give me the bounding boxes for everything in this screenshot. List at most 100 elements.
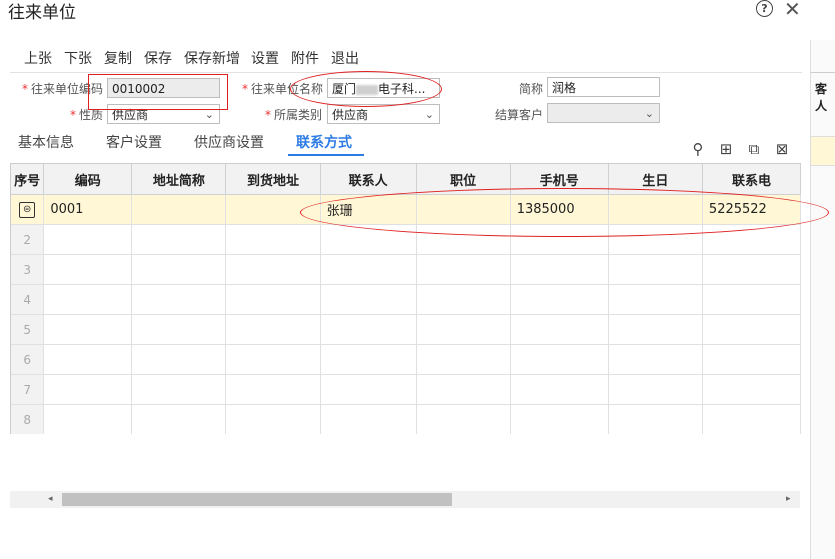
table-cell[interactable]: [43, 314, 133, 345]
table-cell[interactable]: [320, 344, 417, 375]
table-cell[interactable]: [225, 344, 321, 375]
scrollbar-thumb[interactable]: [62, 493, 452, 506]
table-cell[interactable]: [416, 194, 511, 225]
tab-basic-info[interactable]: 基本信息: [18, 132, 74, 152]
table-cell[interactable]: [608, 344, 703, 375]
table-row[interactable]: 2: [11, 224, 801, 255]
table-cell[interactable]: [702, 284, 801, 315]
save-button[interactable]: 保存: [144, 48, 172, 68]
table-cell[interactable]: [43, 374, 133, 405]
table-cell[interactable]: 张珊: [320, 194, 417, 225]
table-cell[interactable]: [416, 344, 511, 375]
table-cell[interactable]: [225, 224, 321, 255]
settings-button[interactable]: 设置: [251, 48, 279, 68]
table-cell[interactable]: [131, 344, 227, 375]
save-new-button[interactable]: 保存新增: [184, 48, 240, 68]
category-select[interactable]: 供应商 ⌄: [327, 104, 440, 124]
exit-button[interactable]: 退出: [331, 48, 359, 68]
table-cell[interactable]: [510, 404, 609, 434]
name-field[interactable]: 厦门 电子科...: [327, 78, 440, 98]
table-cell[interactable]: [702, 404, 801, 434]
table-cell[interactable]: [702, 224, 801, 255]
close-icon[interactable]: ✕: [784, 0, 801, 21]
nature-select[interactable]: 供应商 ⌄: [107, 104, 220, 124]
table-cell[interactable]: [320, 404, 417, 434]
table-cell[interactable]: [608, 404, 703, 434]
scroll-left-icon[interactable]: ◂: [48, 494, 53, 504]
table-cell[interactable]: [608, 314, 703, 345]
table-cell[interactable]: 5225522: [702, 194, 801, 225]
table-row[interactable]: 5: [11, 314, 801, 345]
copy-button[interactable]: 复制: [104, 48, 132, 68]
help-icon[interactable]: ?: [756, 0, 773, 17]
tab-supplier-settings[interactable]: 供应商设置: [194, 132, 264, 152]
tab-customer-settings[interactable]: 客户设置: [106, 132, 162, 152]
table-cell[interactable]: [320, 284, 417, 315]
table-cell[interactable]: [131, 224, 227, 255]
table-cell[interactable]: [131, 314, 227, 345]
table-cell[interactable]: [225, 194, 321, 225]
prev-button[interactable]: 上张: [24, 48, 52, 68]
table-cell[interactable]: [416, 314, 511, 345]
table-row[interactable]: 6: [11, 344, 801, 375]
table-cell[interactable]: [320, 374, 417, 405]
table-cell[interactable]: [131, 194, 227, 225]
add-row-icon[interactable]: ⊞: [718, 141, 734, 157]
table-row[interactable]: 7: [11, 374, 801, 405]
table-cell[interactable]: [43, 344, 133, 375]
table-cell[interactable]: 1385000: [510, 194, 609, 225]
table-cell[interactable]: [320, 314, 417, 345]
table-cell[interactable]: [225, 314, 321, 345]
table-cell[interactable]: [131, 284, 227, 315]
table-cell[interactable]: [416, 374, 511, 405]
table-cell[interactable]: [510, 224, 609, 255]
table-cell[interactable]: [225, 404, 321, 434]
table-cell[interactable]: [320, 224, 417, 255]
table-cell[interactable]: [702, 254, 801, 285]
table-cell[interactable]: [320, 254, 417, 285]
table-cell[interactable]: [416, 404, 511, 434]
table-cell[interactable]: [416, 284, 511, 315]
table-row[interactable]: 8: [11, 404, 801, 434]
table-cell[interactable]: [225, 374, 321, 405]
table-cell[interactable]: [43, 254, 133, 285]
code-field[interactable]: 0010002: [107, 78, 220, 98]
table-cell[interactable]: [608, 374, 703, 405]
row-index[interactable]: ⊜: [11, 194, 45, 225]
scroll-right-icon[interactable]: ▸: [786, 494, 791, 504]
table-row[interactable]: 3: [11, 254, 801, 285]
location-icon[interactable]: ⚲: [690, 141, 706, 157]
table-cell[interactable]: [510, 314, 609, 345]
tab-contact-info[interactable]: 联系方式: [296, 132, 352, 152]
next-button[interactable]: 下张: [64, 48, 92, 68]
short-name-field[interactable]: 润格: [547, 77, 660, 97]
table-cell[interactable]: [43, 404, 133, 434]
table-cell[interactable]: [225, 254, 321, 285]
table-cell[interactable]: [510, 254, 609, 285]
table-cell[interactable]: [416, 254, 511, 285]
table-cell[interactable]: [131, 254, 227, 285]
copy-row-icon[interactable]: ⧉: [746, 141, 762, 157]
table-cell[interactable]: 0001: [43, 194, 133, 225]
table-cell[interactable]: [43, 284, 133, 315]
table-row[interactable]: 4: [11, 284, 801, 315]
table-cell[interactable]: [608, 224, 703, 255]
table-cell[interactable]: [510, 284, 609, 315]
row-edit-icon[interactable]: ⊜: [19, 202, 36, 218]
delete-row-icon[interactable]: ⊠: [774, 141, 790, 157]
table-cell[interactable]: [608, 194, 703, 225]
attachment-button[interactable]: 附件: [291, 48, 319, 68]
table-cell[interactable]: [608, 254, 703, 285]
table-cell[interactable]: [43, 224, 133, 255]
table-cell[interactable]: [416, 224, 511, 255]
table-cell[interactable]: [131, 404, 227, 434]
table-cell[interactable]: [510, 374, 609, 405]
horizontal-scrollbar[interactable]: ◂ ▸: [10, 491, 800, 508]
table-cell[interactable]: [702, 374, 801, 405]
table-cell[interactable]: [702, 314, 801, 345]
table-cell[interactable]: [225, 284, 321, 315]
table-cell[interactable]: [510, 344, 609, 375]
table-cell[interactable]: [131, 374, 227, 405]
table-row[interactable]: ⊜ 0001 张珊 1385000 5225522: [11, 194, 801, 225]
settle-customer-select[interactable]: ⌄: [547, 103, 660, 123]
